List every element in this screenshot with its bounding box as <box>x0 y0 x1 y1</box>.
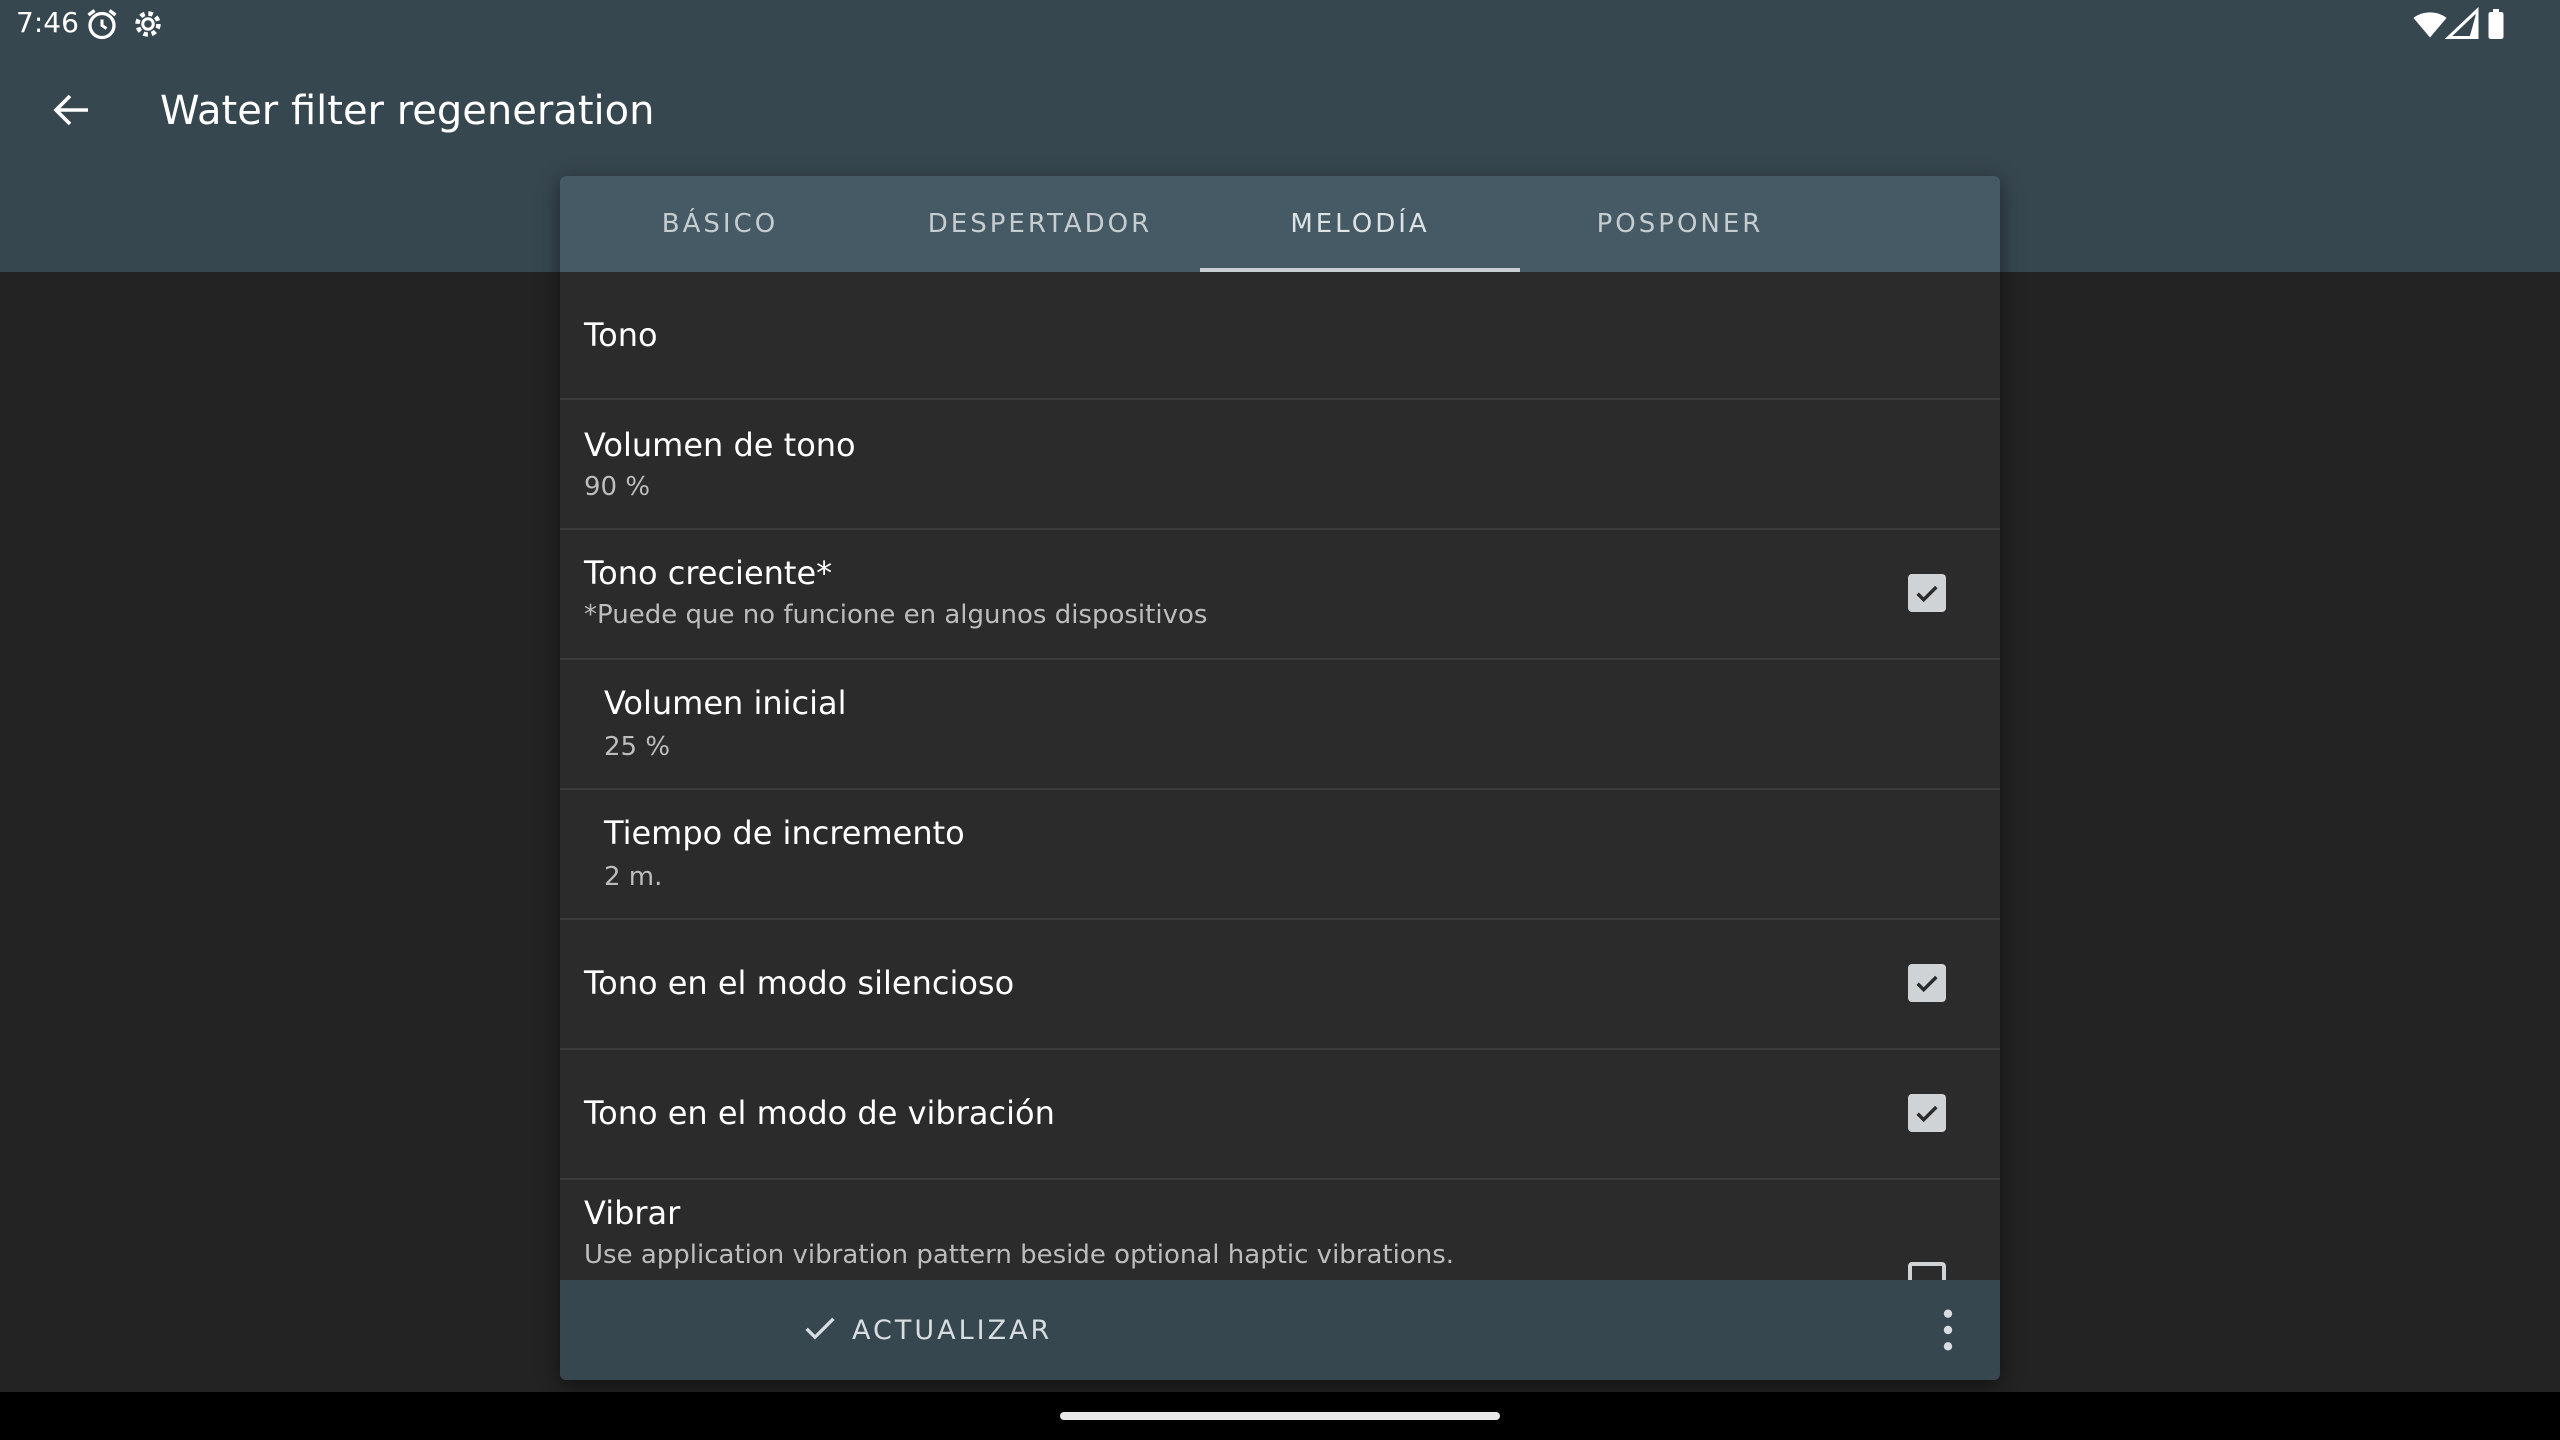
tab-despertador[interactable]: DESPERTADOR <box>880 176 1200 272</box>
setting-tono-modo-silencioso[interactable]: Tono en el modo silencioso <box>560 920 2000 1050</box>
alarm-icon <box>84 6 120 42</box>
status-bar: 7:46 <box>0 0 2560 50</box>
battery-icon <box>2478 6 2514 42</box>
arrow-back-icon <box>48 94 96 138</box>
setting-tono[interactable]: Tono <box>560 272 2000 400</box>
status-time: 7:46 <box>16 6 79 39</box>
alarm-settings-dialog: BÁSICO DESPERTADOR MELODÍA POSPONER Tono… <box>560 176 2000 1380</box>
settings-list: Tono Volumen de tono 90 % Tono creciente… <box>560 272 2000 1284</box>
setting-tono-modo-vibracion[interactable]: Tono en el modo de vibración <box>560 1050 2000 1180</box>
home-gesture-handle[interactable] <box>1060 1412 1500 1420</box>
setting-title: Tono <box>584 316 658 354</box>
settings-icon <box>130 6 166 42</box>
setting-title: Volumen de tono <box>584 426 856 464</box>
tono-vibracion-checkbox[interactable] <box>1908 1094 1946 1132</box>
setting-title: Tono en el modo silencioso <box>584 964 1015 1002</box>
setting-vibrar[interactable]: Vibrar Use application vibration pattern… <box>560 1180 2000 1284</box>
tab-basico[interactable]: BÁSICO <box>560 176 880 272</box>
tab-melodia[interactable]: MELODÍA <box>1200 176 1520 272</box>
setting-title: Volumen inicial <box>604 684 847 722</box>
setting-summary: 90 % <box>584 472 651 502</box>
setting-tono-creciente[interactable]: Tono creciente* *Puede que no funcione e… <box>560 530 2000 660</box>
navigation-bar <box>0 1392 2560 1440</box>
wifi-icon <box>2412 6 2448 42</box>
tono-creciente-checkbox[interactable] <box>1908 574 1946 612</box>
setting-volumen-de-tono[interactable]: Volumen de tono 90 % <box>560 400 2000 530</box>
tab-bar: BÁSICO DESPERTADOR MELODÍA POSPONER <box>560 176 2000 272</box>
more-vert-icon <box>1930 1309 1966 1362</box>
tono-silencioso-checkbox[interactable] <box>1908 964 1946 1002</box>
more-options-button[interactable] <box>1930 1302 1966 1358</box>
setting-summary: 2 m. <box>604 862 663 892</box>
setting-tiempo-de-incremento[interactable]: Tiempo de incremento 2 m. <box>560 790 2000 920</box>
back-button[interactable] <box>48 86 96 134</box>
setting-summary: *Puede que no funcione en algunos dispos… <box>584 600 1208 630</box>
setting-title: Tiempo de incremento <box>604 814 965 852</box>
page-title: Water filter regeneration <box>160 88 655 134</box>
check-icon <box>800 1308 840 1352</box>
setting-volumen-inicial[interactable]: Volumen inicial 25 % <box>560 660 2000 790</box>
setting-summary: 25 % <box>604 732 671 762</box>
action-bar: ACTUALIZAR <box>560 1280 2000 1380</box>
setting-title: Vibrar <box>584 1194 681 1232</box>
setting-title: Tono en el modo de vibración <box>584 1094 1055 1132</box>
setting-title: Tono creciente* <box>584 554 833 592</box>
setting-summary: Use application vibration pattern beside… <box>584 1240 1455 1270</box>
update-button[interactable]: ACTUALIZAR <box>800 1302 1052 1358</box>
tab-posponer[interactable]: POSPONER <box>1520 176 1840 272</box>
signal-icon <box>2444 6 2480 42</box>
update-label: ACTUALIZAR <box>852 1314 1053 1346</box>
